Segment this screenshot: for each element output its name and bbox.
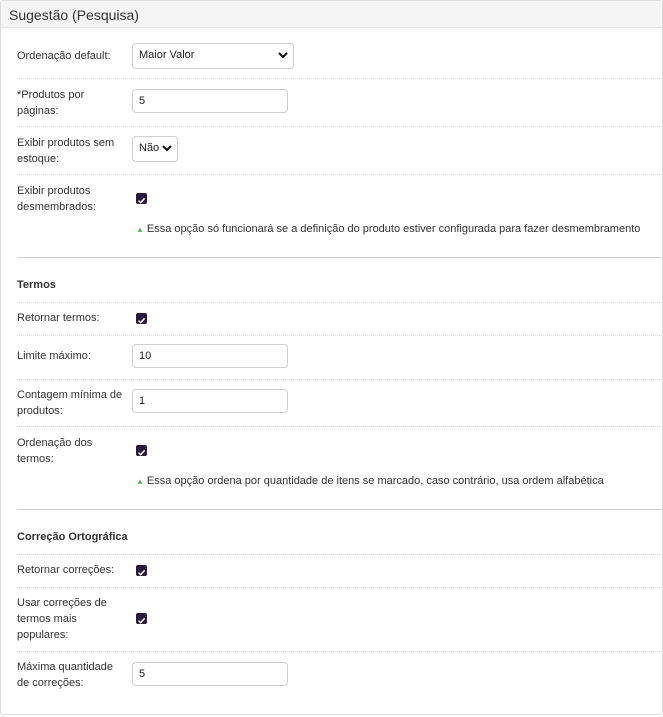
- ordering-default-value: Maior Valor: [139, 49, 195, 61]
- suggestion-settings-panel: Sugestão (Pesquisa) Ordenação default: M…: [0, 0, 663, 715]
- row-divider: [17, 651, 662, 652]
- show-unbundled-hint-text: Essa opção só funcionará se a definição …: [146, 223, 641, 235]
- row-divider: [17, 379, 662, 380]
- row-divider: [17, 174, 662, 175]
- row-divider: [17, 426, 662, 427]
- checkbox-checked-icon: [137, 197, 146, 204]
- popular-corrections-checkbox[interactable]: [136, 613, 147, 624]
- row-divider: [17, 126, 662, 127]
- return-corrections-label: Retornar correções:: [17, 564, 115, 576]
- ordering-default-label: Ordenação default:: [17, 50, 111, 62]
- checkbox-checked-icon: [137, 617, 146, 624]
- max-corrections-label: Máxima quantidade de correções:: [17, 661, 114, 689]
- return-terms-label: Retornar termos:: [17, 312, 100, 324]
- terms-ordering-label: Ordenação dos termos:: [17, 437, 93, 465]
- arrow-up-icon: ▲: [136, 477, 144, 486]
- min-product-count-input[interactable]: 1: [132, 389, 288, 413]
- panel-title: Sugestão (Pesquisa): [9, 7, 139, 23]
- chevron-down-icon: [162, 141, 172, 158]
- row-divider: [17, 335, 662, 336]
- show-unbundled-label: Exibir produtos desmembrados:: [17, 185, 96, 213]
- row-divider: [17, 78, 662, 79]
- show-out-of-stock-label: Exibir produtos sem estoque:: [17, 137, 115, 165]
- section-divider: [17, 257, 662, 258]
- ordering-default-select[interactable]: Maior Valor: [132, 43, 294, 69]
- chevron-down-icon: [278, 48, 288, 65]
- terms-ordering-checkbox[interactable]: [136, 445, 147, 456]
- max-limit-input[interactable]: 10: [132, 344, 288, 368]
- section-divider: [17, 509, 662, 510]
- arrow-up-icon: ▲: [136, 225, 144, 234]
- row-divider: [17, 587, 662, 588]
- products-per-page-label: *Produtos por páginas:: [17, 89, 85, 117]
- min-product-count-label: Contagem mínima de produtos:: [17, 389, 123, 417]
- terms-section-title: Termos: [17, 279, 56, 291]
- row-divider: [17, 302, 662, 303]
- products-per-page-input[interactable]: 5: [132, 89, 288, 113]
- return-terms-checkbox[interactable]: [136, 313, 147, 324]
- checkbox-checked-icon: [137, 317, 146, 324]
- checkbox-checked-icon: [137, 569, 146, 576]
- return-corrections-checkbox[interactable]: [136, 565, 147, 576]
- terms-ordering-hint: ▲ Essa opção ordena por quantidade de ite…: [136, 475, 604, 487]
- show-out-of-stock-select[interactable]: Não: [132, 136, 178, 162]
- panel-header: Sugestão (Pesquisa): [1, 1, 662, 28]
- show-out-of-stock-value: Não: [139, 142, 160, 154]
- max-corrections-input[interactable]: 5: [132, 662, 288, 686]
- popular-corrections-label: Usar correções de termos mais populares:: [17, 597, 107, 641]
- row-divider: [17, 554, 662, 555]
- show-unbundled-hint: ▲ Essa opção só funcionará se a definição…: [136, 223, 640, 235]
- terms-ordering-hint-text: Essa opção ordena por quantidade de iten…: [146, 475, 604, 487]
- show-unbundled-checkbox[interactable]: [136, 193, 147, 204]
- spelling-section-title: Correção Ortográfica: [17, 531, 128, 543]
- max-limit-label: Limite máximo:: [17, 350, 91, 362]
- checkbox-checked-icon: [137, 449, 146, 456]
